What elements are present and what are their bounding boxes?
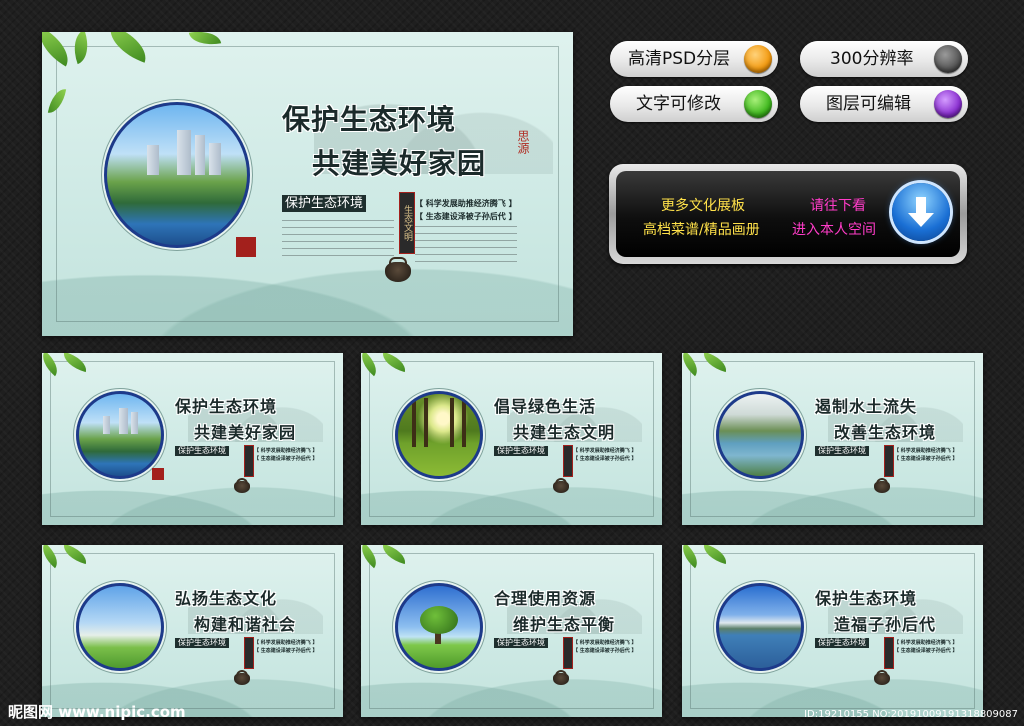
city-scene-image xyxy=(76,391,164,479)
thumb-subtitle: 保护生态环境 xyxy=(815,638,869,648)
feature-label: 图层可编辑 xyxy=(826,94,911,114)
thumb-slogan-2: 【 生态建设泽被子孙后代 】 xyxy=(573,648,637,654)
bronze-tripod-icon xyxy=(385,257,411,282)
thumb-title-line1: 保护生态环境 xyxy=(175,397,278,416)
lake-scene-image xyxy=(716,583,804,671)
thumb-board-4: 弘扬生态文化 构建和谐社会 保护生态环境 【 科学发展助推经济腾飞 】 【 生态… xyxy=(42,545,343,717)
banner-see-below: 请往下看 xyxy=(810,198,866,214)
thumb-title-line2: 共建生态文明 xyxy=(513,423,616,442)
thumb-board-6: 保护生态环境 造福子孙后代 保护生态环境 【 科学发展助推经济腾飞 】 【 生态… xyxy=(682,545,983,717)
thumb-board-3: 遏制水土流失 改善生态环境 保护生态环境 【 科学发展助推经济腾飞 】 【 生态… xyxy=(682,353,983,525)
thumb-title-line2: 维护生态平衡 xyxy=(513,615,616,634)
thumb-slogan-1: 【 科学发展助推经济腾飞 】 xyxy=(254,448,318,454)
bronze-tripod-icon xyxy=(553,478,569,493)
slogan-1: 【 科学发展助推经济腾飞 】 xyxy=(415,198,517,208)
purple-dot-icon xyxy=(934,90,962,118)
thumb-subtitle: 保护生态环境 xyxy=(494,446,548,456)
vertical-seal: 生态文明 xyxy=(399,192,415,254)
thumb-slogan-1: 【 科学发展助推经济腾飞 】 xyxy=(573,448,637,454)
tree-scene-image xyxy=(395,583,483,671)
vertical-seal xyxy=(244,445,254,477)
thumb-title-line1: 遏制水土流失 xyxy=(815,397,918,416)
vertical-seal xyxy=(563,445,573,477)
feature-label: 高清PSD分层 xyxy=(628,49,731,69)
city-scene-image xyxy=(104,102,250,248)
bronze-tripod-icon xyxy=(234,670,250,685)
thumb-slogan-2: 【 生态建设泽被子孙后代 】 xyxy=(573,456,637,462)
thumb-slogan-2: 【 生态建设泽被子孙后代 】 xyxy=(894,456,958,462)
red-seal-stamp xyxy=(152,468,164,480)
body-text-right xyxy=(415,226,517,264)
orange-dot-icon xyxy=(744,45,772,73)
thumb-subtitle: 保护生态环境 xyxy=(494,638,548,648)
feature-label: 文字可修改 xyxy=(636,94,721,114)
thumb-title-line2: 共建美好家园 xyxy=(194,423,297,442)
feature-label: 300分辨率 xyxy=(830,49,914,69)
river-scene-image xyxy=(716,391,804,479)
image-id-watermark: ID:19210155 NO:20191009191318809087 xyxy=(804,709,1018,720)
download-arrow-icon[interactable] xyxy=(892,183,950,241)
thumb-board-2: 倡导绿色生活 共建生态文明 保护生态环境 【 科学发展助推经济腾飞 】 【 生态… xyxy=(361,353,662,525)
banner-enter-space: 进入本人空间 xyxy=(792,222,876,238)
thumb-title-line1: 合理使用资源 xyxy=(494,589,597,608)
feature-psd-layers: 高清PSD分层 xyxy=(610,41,778,77)
vertical-seal xyxy=(244,637,254,669)
more-designs-banner[interactable]: 更多文化展板 请往下看 高档菜谱/精品画册 进入本人空间 xyxy=(609,164,967,264)
vertical-seal xyxy=(563,637,573,669)
vertical-seal xyxy=(884,637,894,669)
main-title-line2: 共建美好家园 xyxy=(312,147,487,180)
thumb-board-5: 合理使用资源 维护生态平衡 保护生态环境 【 科学发展助推经济腾飞 】 【 生态… xyxy=(361,545,662,717)
green-dot-icon xyxy=(744,90,772,118)
thumb-title-line2: 改善生态环境 xyxy=(834,423,937,442)
thumb-board-1: 保护生态环境 共建美好家园 保护生态环境 【 科学发展助推经济腾飞 】 【 生态… xyxy=(42,353,343,525)
thumb-slogan-1: 【 科学发展助推经济腾飞 】 xyxy=(894,448,958,454)
feature-editable-layers: 图层可编辑 xyxy=(800,86,968,122)
banner-inner: 更多文化展板 请往下看 高档菜谱/精品画册 进入本人空间 xyxy=(616,171,960,257)
banner-menu-albums: 高档菜谱/精品画册 xyxy=(643,222,760,238)
main-title-line1: 保护生态环境 xyxy=(282,103,457,136)
thumb-subtitle: 保护生态环境 xyxy=(175,446,229,456)
red-vertical-mark: 思源 xyxy=(516,130,530,154)
body-text-left xyxy=(282,220,394,260)
thumb-slogan-1: 【 科学发展助推经济腾飞 】 xyxy=(894,640,958,646)
thumb-title-line2: 构建和谐社会 xyxy=(194,615,297,634)
family-scene-image xyxy=(76,583,164,671)
feature-editable-text: 文字可修改 xyxy=(610,86,778,122)
thumb-slogan-1: 【 科学发展助推经济腾飞 】 xyxy=(254,640,318,646)
main-board: 保护生态环境 共建美好家园 思源 保护生态环境 生态文明 【 科学发展助推经济腾… xyxy=(42,32,573,336)
thumb-slogan-2: 【 生态建设泽被子孙后代 】 xyxy=(894,648,958,654)
slogan-2: 【 生态建设泽被子孙后代 】 xyxy=(415,211,517,221)
nipic-logo: 昵图网 www.nipic.com xyxy=(8,703,186,721)
forest-scene-image xyxy=(395,391,483,479)
thumb-slogan-1: 【 科学发展助推经济腾飞 】 xyxy=(573,640,637,646)
thumb-slogan-2: 【 生态建设泽被子孙后代 】 xyxy=(254,456,318,462)
red-seal-stamp xyxy=(236,237,256,257)
bronze-tripod-icon xyxy=(874,478,890,493)
bronze-tripod-icon xyxy=(234,478,250,493)
thumb-title-line1: 倡导绿色生活 xyxy=(494,397,597,416)
banner-more-exhibits: 更多文化展板 xyxy=(661,198,745,214)
feature-resolution: 300分辨率 xyxy=(800,41,968,77)
main-subtitle: 保护生态环境 xyxy=(282,195,367,212)
vertical-seal xyxy=(884,445,894,477)
thumb-title-line1: 保护生态环境 xyxy=(815,589,918,608)
thumb-subtitle: 保护生态环境 xyxy=(815,446,869,456)
gray-dot-icon xyxy=(934,45,962,73)
thumb-title-line1: 弘扬生态文化 xyxy=(175,589,278,608)
thumb-slogan-2: 【 生态建设泽被子孙后代 】 xyxy=(254,648,318,654)
thumb-title-line2: 造福子孙后代 xyxy=(834,615,937,634)
bronze-tripod-icon xyxy=(874,670,890,685)
bronze-tripod-icon xyxy=(553,670,569,685)
thumb-subtitle: 保护生态环境 xyxy=(175,638,229,648)
